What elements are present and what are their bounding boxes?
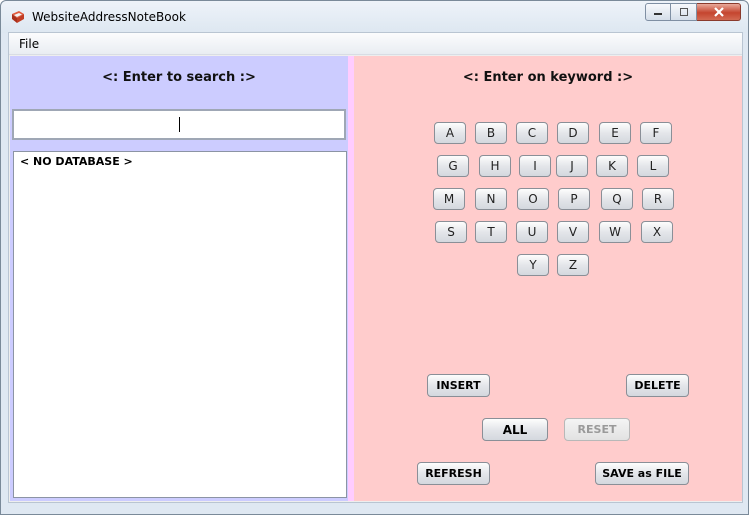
- search-panel-title: <: Enter to search :>: [102, 70, 256, 85]
- save-as-file-button[interactable]: SAVE as FILE: [595, 462, 689, 485]
- search-panel: <: Enter to search :> < NO DATABASE >: [10, 56, 348, 501]
- book-icon: [10, 9, 26, 25]
- results-list[interactable]: < NO DATABASE >: [13, 151, 347, 498]
- letter-button-j[interactable]: J: [556, 155, 588, 177]
- letter-button-n[interactable]: N: [475, 188, 507, 210]
- letter-button-x[interactable]: X: [641, 221, 673, 243]
- letter-button-g[interactable]: G: [437, 155, 469, 177]
- letter-button-r[interactable]: R: [642, 188, 674, 210]
- reset-button[interactable]: RESET: [564, 418, 630, 441]
- title-bar[interactable]: WebsiteAddressNoteBook: [1, 1, 748, 33]
- minimize-icon: [654, 13, 662, 15]
- text-caret: [179, 117, 180, 132]
- letter-button-a[interactable]: A: [434, 122, 466, 144]
- letter-button-f[interactable]: F: [640, 122, 672, 144]
- letter-button-q[interactable]: Q: [601, 188, 633, 210]
- delete-button[interactable]: DELETE: [626, 374, 689, 397]
- keyword-panel: <: Enter on keyword :> A B C D E F G H I…: [354, 56, 742, 501]
- maximize-icon: [679, 8, 688, 16]
- letter-button-c[interactable]: C: [516, 122, 548, 144]
- list-item[interactable]: < NO DATABASE >: [20, 155, 133, 168]
- close-icon: [713, 7, 724, 17]
- letter-button-t[interactable]: T: [475, 221, 507, 243]
- window-controls: [645, 3, 741, 21]
- letter-button-z[interactable]: Z: [557, 254, 589, 276]
- letter-button-v[interactable]: V: [557, 221, 589, 243]
- insert-button[interactable]: INSERT: [427, 374, 490, 397]
- all-button[interactable]: ALL: [482, 418, 548, 441]
- letter-button-m[interactable]: M: [433, 188, 465, 210]
- letter-button-l[interactable]: L: [637, 155, 669, 177]
- letter-button-k[interactable]: K: [596, 155, 628, 177]
- menu-bar: File: [9, 33, 742, 55]
- letter-button-w[interactable]: W: [599, 221, 631, 243]
- letter-button-p[interactable]: P: [558, 188, 590, 210]
- close-button[interactable]: [697, 3, 741, 21]
- letter-button-e[interactable]: E: [599, 122, 631, 144]
- letter-button-d[interactable]: D: [557, 122, 589, 144]
- window-title: WebsiteAddressNoteBook: [32, 10, 186, 24]
- minimize-button[interactable]: [645, 3, 671, 21]
- letter-button-b[interactable]: B: [475, 122, 507, 144]
- letter-button-i[interactable]: I: [519, 155, 551, 177]
- client-area: File <: Enter to search :> < NO DATABASE…: [8, 32, 743, 503]
- letter-button-s[interactable]: S: [435, 221, 467, 243]
- refresh-button[interactable]: REFRESH: [417, 462, 490, 485]
- menu-file[interactable]: File: [13, 35, 45, 53]
- app-window: WebsiteAddressNoteBook File <: Enter to …: [0, 0, 749, 515]
- letter-button-h[interactable]: H: [479, 155, 511, 177]
- letter-button-y[interactable]: Y: [517, 254, 549, 276]
- keyword-panel-title: <: Enter on keyword :>: [462, 70, 634, 85]
- letter-button-o[interactable]: O: [517, 188, 549, 210]
- letter-button-u[interactable]: U: [516, 221, 548, 243]
- maximize-button[interactable]: [671, 3, 697, 21]
